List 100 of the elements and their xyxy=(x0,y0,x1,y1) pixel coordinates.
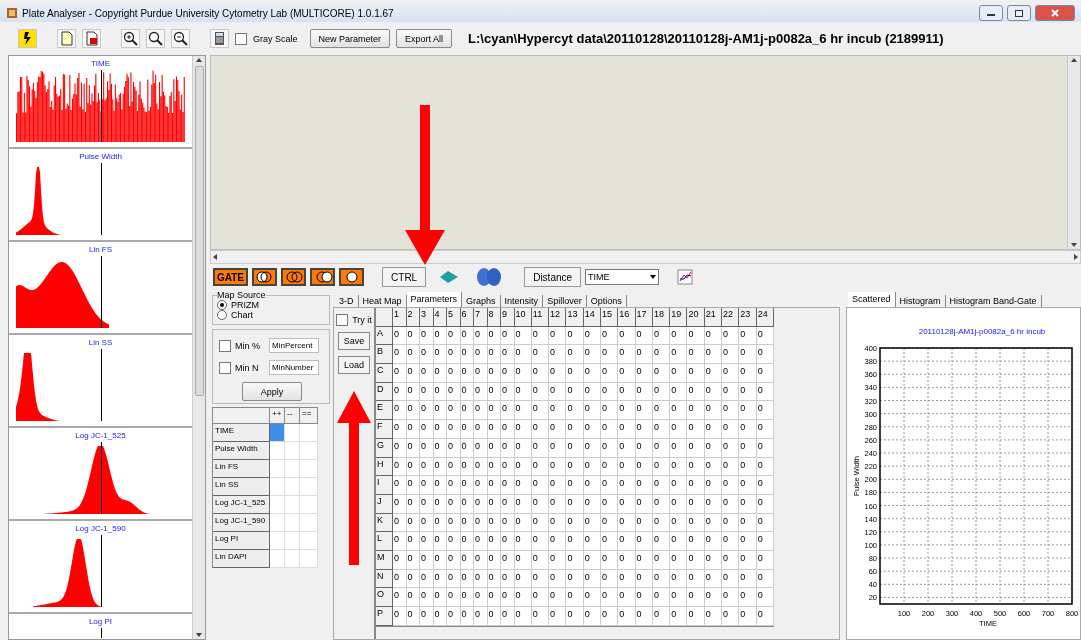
table-cell: 0 xyxy=(433,326,447,346)
table-cell[interactable] xyxy=(270,496,285,514)
table-cell: 0 xyxy=(460,550,474,570)
zoom-in-icon[interactable] xyxy=(121,29,140,48)
table-cell: 0 xyxy=(447,513,461,533)
table-cell[interactable] xyxy=(270,532,285,550)
table-cell: 0 xyxy=(583,532,601,551)
histogram-panel[interactable]: TIME xyxy=(9,56,192,149)
table-cell: 0 xyxy=(704,420,723,439)
histogram-panel[interactable]: Lin FS xyxy=(9,242,192,335)
gate-button[interactable]: GATE xyxy=(213,268,249,286)
table-cell: 0 xyxy=(635,382,653,402)
table-cell[interactable] xyxy=(270,514,285,532)
plate-button[interactable]: Load xyxy=(338,356,370,374)
checkbox[interactable] xyxy=(219,361,231,374)
table-cell[interactable] xyxy=(270,460,285,478)
tab[interactable]: Parameters xyxy=(406,292,463,307)
table-cell: 0 xyxy=(474,569,488,589)
document-icon[interactable] xyxy=(57,29,76,48)
table-cell: 0 xyxy=(635,364,653,383)
table-cell[interactable] xyxy=(300,514,318,532)
table-cell[interactable] xyxy=(270,550,285,568)
histogram-drawing xyxy=(32,538,104,607)
table-cell[interactable] xyxy=(285,532,300,550)
table-cell[interactable] xyxy=(285,442,300,460)
table-cell[interactable] xyxy=(270,424,285,442)
table-cell[interactable] xyxy=(300,424,318,442)
ctrl-button[interactable]: CTRL xyxy=(382,267,427,287)
maximize-button[interactable] xyxy=(1007,5,1031,21)
row-header: Log JC-1_525 xyxy=(213,496,270,514)
table-cell: 0 xyxy=(739,364,757,383)
toolbar-button[interactable]: New Parameter xyxy=(309,29,391,48)
table-cell[interactable] xyxy=(285,496,300,514)
scrollbar[interactable] xyxy=(192,56,205,639)
histogram-panel[interactable]: Log JC-1_590 xyxy=(9,521,192,614)
table-cell: 0 xyxy=(635,588,653,607)
table-cell: 0 xyxy=(549,494,567,514)
table-cell: 0 xyxy=(474,382,488,402)
table-cell: 0 xyxy=(474,345,488,365)
table-cell: 0 xyxy=(670,607,688,626)
table-cell[interactable] xyxy=(285,460,300,478)
checkbox[interactable] xyxy=(336,314,349,326)
table-cell: 0 xyxy=(501,607,515,626)
axis-select[interactable]: TIME xyxy=(585,269,660,285)
column-header: -- xyxy=(285,407,300,424)
table-cell: 0 xyxy=(652,532,671,551)
table-cell[interactable] xyxy=(300,478,318,496)
scrollbar[interactable] xyxy=(1067,56,1080,249)
distance-button[interactable]: Distance xyxy=(524,267,582,287)
venn-button[interactable] xyxy=(310,268,336,286)
histogram-panel[interactable]: Log JC-1_525 xyxy=(9,428,192,521)
venn-button[interactable] xyxy=(252,268,278,286)
venn-button[interactable] xyxy=(339,268,365,286)
tab[interactable]: Scattered xyxy=(848,292,896,307)
input-field[interactable]: MinPercent xyxy=(269,338,319,353)
calculator-icon[interactable] xyxy=(210,29,229,48)
chart-icon[interactable] xyxy=(677,269,694,285)
table-cell[interactable] xyxy=(285,478,300,496)
down-arrow-icon[interactable] xyxy=(195,631,203,639)
toolbar-button[interactable]: Export All xyxy=(396,29,453,48)
scrollbar[interactable] xyxy=(210,250,1081,264)
document-icon[interactable] xyxy=(82,29,101,48)
minimize-button[interactable] xyxy=(979,5,1003,21)
input-field[interactable]: MinNumber xyxy=(269,360,319,375)
up-arrow-icon[interactable] xyxy=(1070,56,1078,64)
table-cell: 0 xyxy=(531,476,550,495)
plate-button[interactable]: Save xyxy=(338,332,370,350)
down-arrow-icon[interactable] xyxy=(1070,241,1078,249)
table-cell[interactable] xyxy=(270,478,285,496)
right-arrow-icon[interactable] xyxy=(1072,253,1080,261)
table-cell: 0 xyxy=(618,364,636,383)
zoom-icon[interactable] xyxy=(146,29,165,48)
table-cell[interactable] xyxy=(270,442,285,460)
table-cell: 0 xyxy=(447,607,461,626)
row-header: Log PI xyxy=(213,532,270,550)
table-cell[interactable] xyxy=(300,550,318,568)
table-cell[interactable] xyxy=(300,460,318,478)
lightning-icon[interactable] xyxy=(18,29,37,48)
table-cell: 0 xyxy=(501,457,515,477)
table-cell: 0 xyxy=(687,513,705,533)
table-cell[interactable] xyxy=(300,496,318,514)
radio-button[interactable] xyxy=(217,310,227,320)
table-cell[interactable] xyxy=(300,442,318,460)
table-cell: 0 xyxy=(393,438,407,458)
table-cell: 0 xyxy=(501,532,515,551)
checkbox[interactable] xyxy=(235,32,247,45)
table-cell: 0 xyxy=(739,476,757,495)
table-cell[interactable] xyxy=(285,550,300,568)
apply-button[interactable]: Apply xyxy=(242,382,302,401)
up-arrow-icon[interactable] xyxy=(195,56,203,64)
table-cell[interactable] xyxy=(300,532,318,550)
left-arrow-icon[interactable] xyxy=(211,253,219,261)
radio-button[interactable] xyxy=(217,300,227,310)
table-cell[interactable] xyxy=(285,424,300,442)
table-cell[interactable] xyxy=(285,514,300,532)
checkbox[interactable] xyxy=(219,339,231,352)
table-cell: 0 xyxy=(514,438,532,458)
zoom-out-icon[interactable] xyxy=(171,29,190,48)
venn-button[interactable] xyxy=(281,268,307,286)
table-cell: 0 xyxy=(549,420,567,439)
